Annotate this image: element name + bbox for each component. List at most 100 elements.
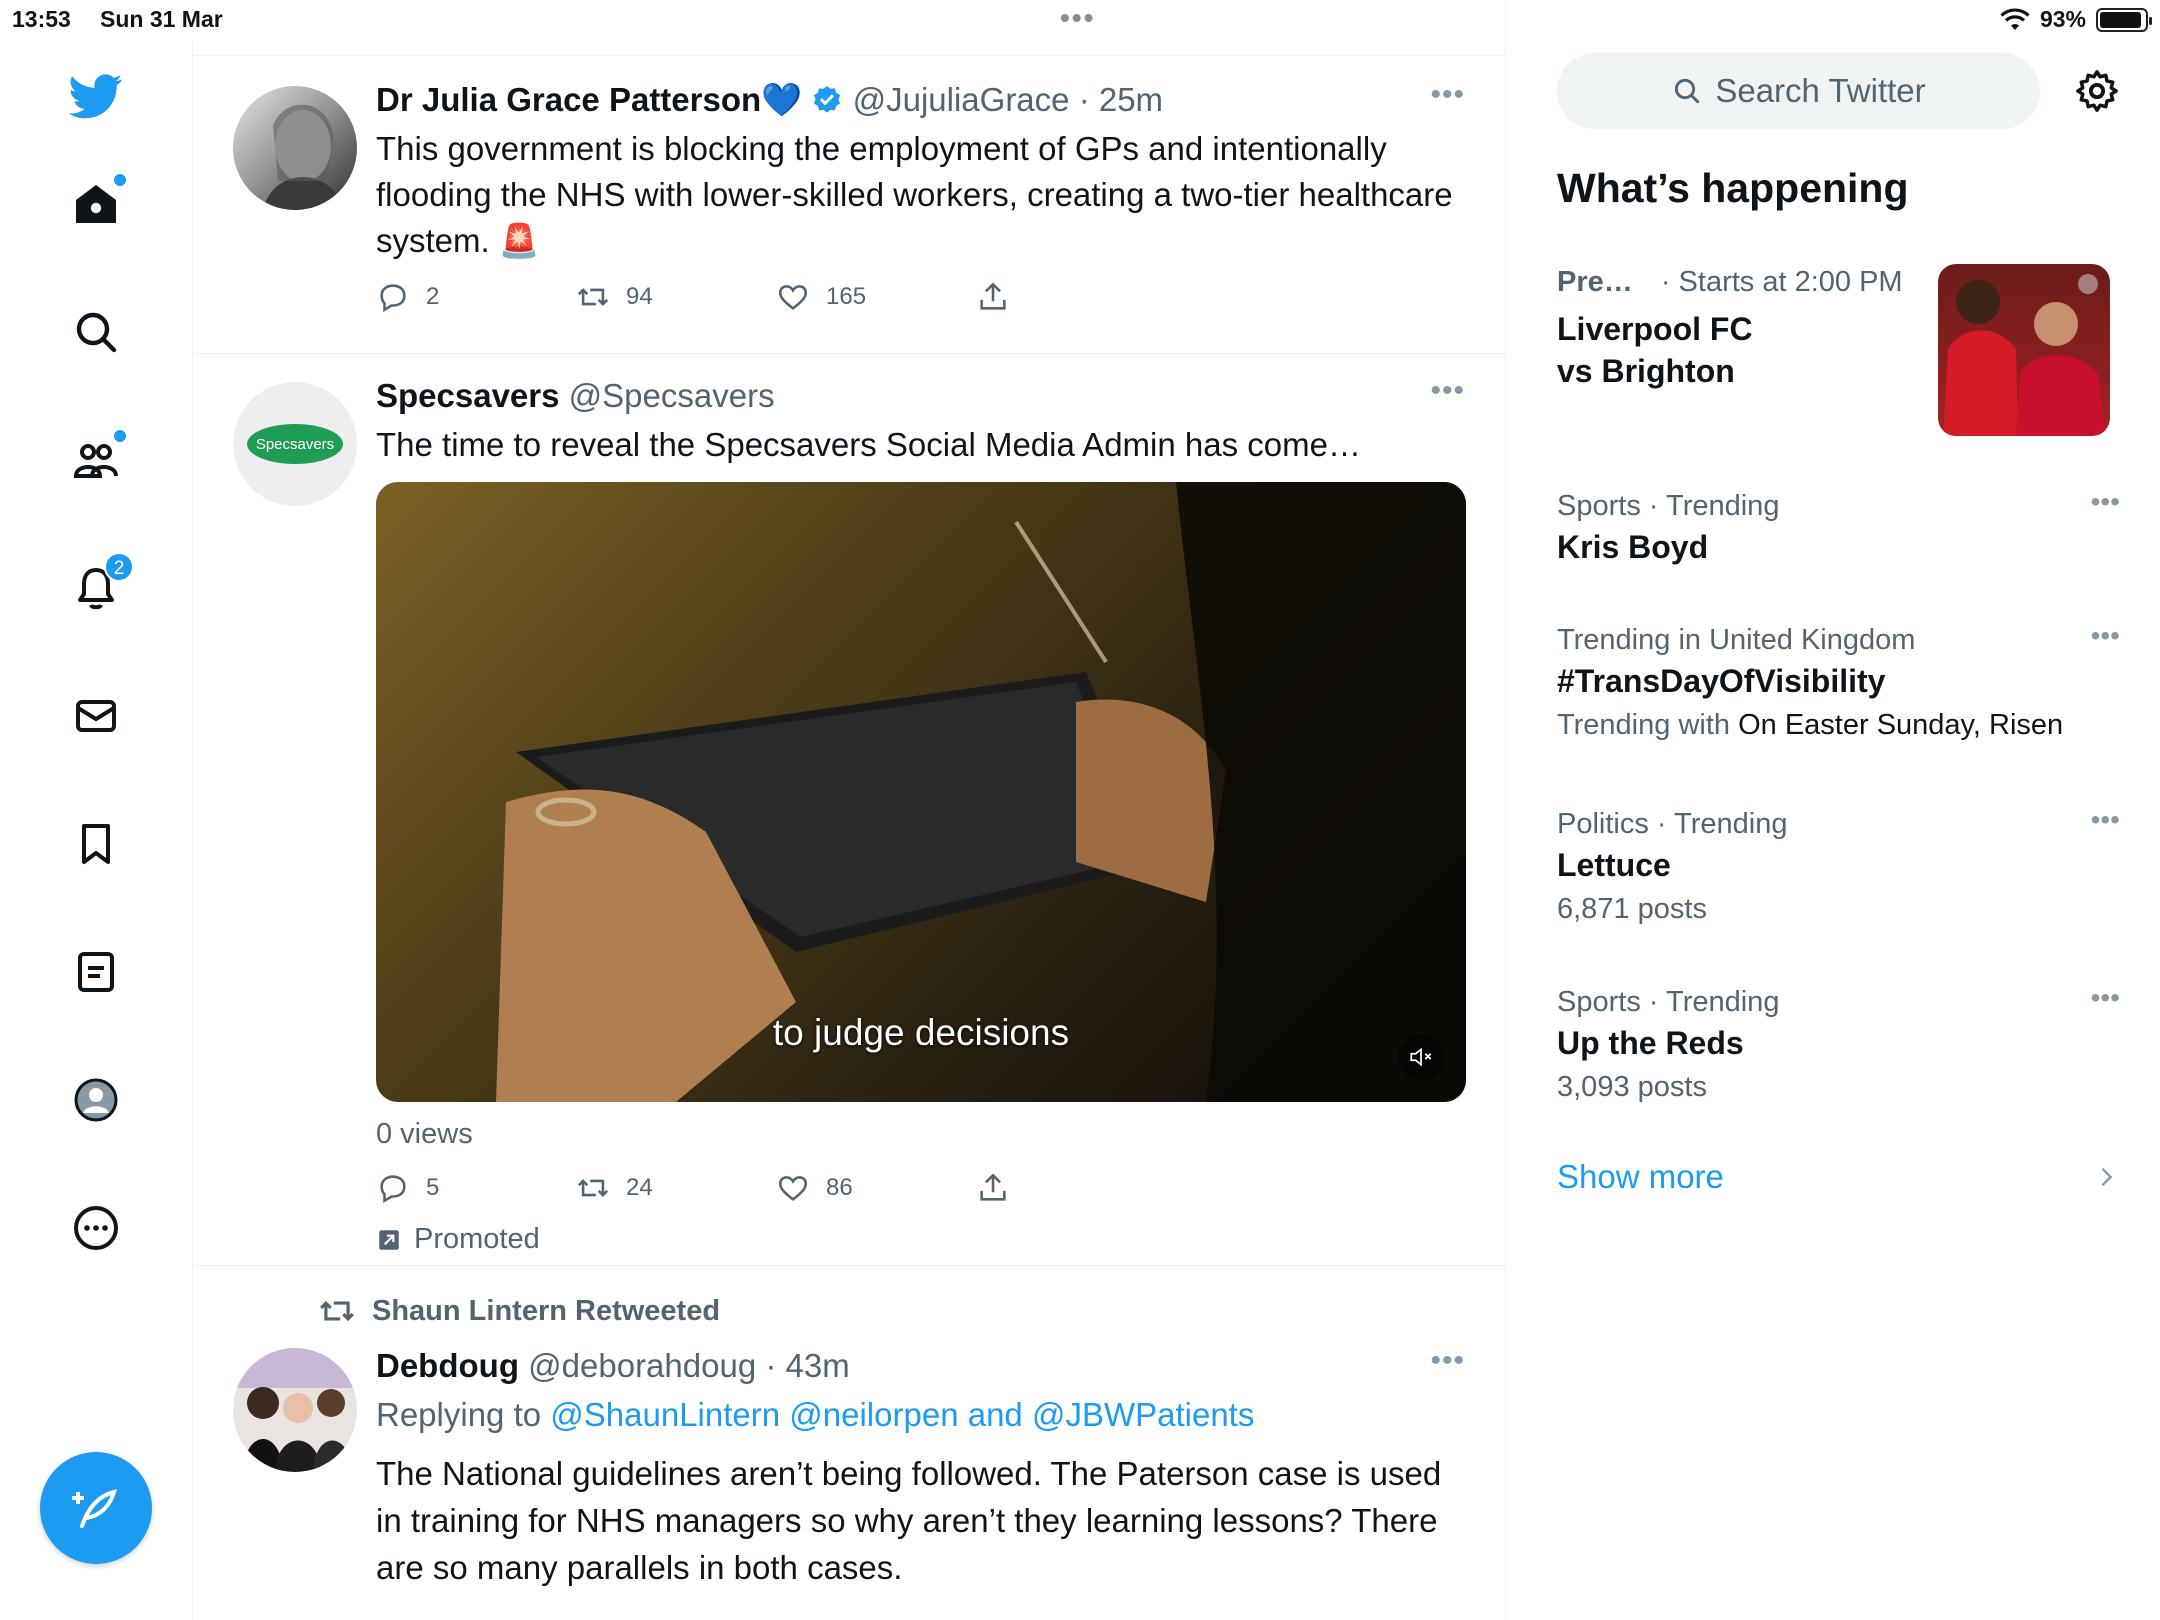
reply-icon [380,1175,406,1204]
share-button[interactable] [976,1171,1176,1205]
status-time: 13:53 [12,6,71,32]
tweet-text: The time to reveal the Specsavers Social… [376,426,1361,463]
event-start-time: · Starts at 2:00 PM [1660,266,1903,298]
promoted-icon [379,1229,399,1250]
promoted-text: Promoted [414,1223,540,1255]
show-more-link[interactable]: Show more [1557,1158,2120,1196]
trend-with-prefix: Trending with [1557,709,1731,741]
video-player[interactable]: to judge decisions [376,482,1466,1102]
tweet-promoted[interactable]: Specsavers Specsavers @Specsavers The ti… [193,354,1505,1266]
trend-meta: Politics · Trending [1557,808,1788,840]
trend-item[interactable]: Sports · Trending Kris Boyd ••• [1557,486,2120,568]
tweet[interactable]: Dr Julia Grace Patterson💙 @JujuliaGrace … [193,56,1505,354]
replying-to: Replying to @ShaunLintern @neilorpen and… [376,1392,1465,1438]
nav-communities[interactable] [56,420,136,500]
trend-more-button[interactable]: ••• [2091,982,2120,1014]
tweet-more-button[interactable]: ••• [1430,78,1465,112]
specsavers-logo-text: Specsavers [256,436,334,453]
featured-event[interactable]: Pre… · Starts at 2:00 PM Liverpool FC vs… [1557,262,2120,436]
author-handle[interactable]: @deborahdoug [528,1347,756,1384]
author-handle[interactable]: @JujuliaGrace [853,81,1070,118]
compose-feather-icon [72,1489,117,1528]
show-more-text: Show more [1557,1158,1724,1195]
trend-more-button[interactable]: ••• [2091,804,2120,836]
reply-button[interactable]: 2 [376,280,576,314]
like-button[interactable]: 86 [776,1171,976,1205]
avatar[interactable] [233,86,357,210]
author-name[interactable]: Specsavers [376,377,559,414]
trend-topic: Up the Reds [1557,1025,1744,1061]
list-icon [78,952,114,992]
trend-topic: Lettuce [1557,847,1671,883]
retweeted-by[interactable]: Shaun Lintern Retweeted [318,1292,720,1330]
retweet-icon [577,288,609,306]
replying-to-prefix: Replying to [376,1396,542,1433]
trend-item[interactable]: Trending in United Kingdom #TransDayOfVi… [1557,620,2120,748]
tweet-text: The National guidelines aren’t being fol… [376,1455,1442,1586]
envelope-icon [76,700,116,732]
retweet-button[interactable]: 94 [576,280,776,314]
tweet-time: · 25m [1078,81,1164,118]
bookmark-icon [82,824,110,864]
view-count: 0 views [376,1118,473,1150]
retweet-count: 24 [626,1174,653,1201]
communities-unread-dot [114,430,126,442]
retweeted-by-text: Shaun Lintern Retweeted [372,1294,721,1327]
replying-to-users[interactable]: @ShaunLintern @neilorpen and @JBWPatient… [550,1396,1254,1433]
share-button[interactable] [976,280,1176,314]
trend-post-count: 6,871 posts [1557,893,1707,925]
nav-bookmarks[interactable] [56,804,136,884]
reply-button[interactable]: 5 [376,1171,576,1205]
trend-item[interactable]: Sports · Trending Up the Reds 3,093 post… [1557,982,2120,1110]
author-name[interactable]: Dr Julia Grace Patterson💙 [376,81,802,118]
nav-profile[interactable] [56,1060,136,1140]
nav-more[interactable] [56,1188,136,1268]
promoted-label: Promoted [376,1223,1465,1256]
trend-with-topics[interactable]: On Easter Sunday, Risen [1738,709,2063,741]
left-navigation: 2 [0,40,193,1620]
author-name[interactable]: Debdoug [376,1347,519,1384]
tweet-time: · 43m [765,1347,850,1384]
nav-explore[interactable] [56,292,136,372]
trend-meta: Trending in United Kingdom [1557,624,1916,656]
chevron-right-icon [2101,1168,2113,1186]
trend-more-button[interactable]: ••• [2091,486,2120,518]
like-count: 165 [826,283,867,310]
nav-home[interactable] [56,164,136,244]
author-handle[interactable]: @Specsavers [569,377,775,414]
more-circle-icon [74,1206,118,1250]
nav-notifications[interactable]: 2 [56,548,136,628]
communities-icon [73,444,118,478]
timeline-header [193,0,1505,56]
video-caption: to judge decisions [772,1012,1070,1053]
retweet-icon [577,1179,609,1197]
reply-icon [380,284,406,313]
tweet-more-button[interactable]: ••• [1430,374,1465,408]
video-frame [496,482,1466,1102]
avatar[interactable] [233,1348,357,1472]
home-unread-dot [114,174,126,186]
search-icon [1675,78,1700,104]
retweet-button[interactable]: 24 [576,1171,776,1205]
mute-button[interactable] [1398,1034,1444,1080]
avatar[interactable]: Specsavers [233,382,357,506]
trend-item[interactable]: Politics · Trending Lettuce 6,871 posts … [1557,804,2120,932]
twitter-logo-icon[interactable] [56,56,136,136]
compose-tweet-button[interactable] [40,1452,152,1564]
search-input[interactable]: Search Twitter [1557,53,2040,129]
settings-gear-icon[interactable] [2074,68,2120,114]
trend-more-button[interactable]: ••• [2091,620,2120,652]
home-icon [76,185,116,223]
whats-happening-title: What’s happening [1557,165,1909,211]
nav-messages[interactable] [56,676,136,756]
search-placeholder: Search Twitter [1715,72,1926,109]
reply-count: 2 [426,283,440,310]
reply-count: 5 [426,1174,440,1201]
tweet[interactable]: Shaun Lintern Retweeted Debdoug @deborah… [193,1266,1505,1620]
nav-lists[interactable] [56,932,136,1012]
like-button[interactable]: 165 [776,280,976,314]
search-icon [76,312,117,353]
tweet-more-button[interactable]: ••• [1430,1344,1465,1378]
heart-icon [778,1176,808,1201]
trend-topic: #TransDayOfVisibility [1557,663,1886,699]
